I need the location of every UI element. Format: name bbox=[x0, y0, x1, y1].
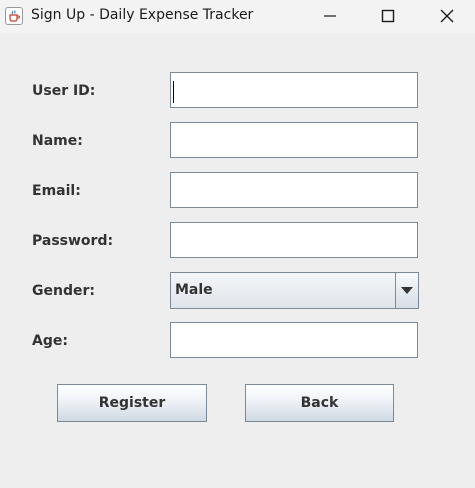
gender-selected-value: Male bbox=[175, 282, 213, 298]
maximize-button[interactable] bbox=[365, 0, 411, 33]
dropdown-arrow-button[interactable] bbox=[395, 273, 418, 308]
password-field[interactable] bbox=[170, 222, 418, 258]
maximize-icon bbox=[381, 9, 395, 23]
title-bar[interactable]: Sign Up - Daily Expense Tracker bbox=[0, 0, 475, 33]
back-button[interactable]: Back bbox=[245, 384, 394, 422]
close-button[interactable] bbox=[424, 0, 470, 33]
age-field[interactable] bbox=[170, 322, 418, 358]
java-cup-icon bbox=[5, 7, 23, 25]
form-panel: User ID: Name: Email: Password: Gender: … bbox=[0, 33, 475, 488]
age-label: Age: bbox=[32, 333, 68, 349]
window-title: Sign Up - Daily Expense Tracker bbox=[31, 7, 254, 23]
minimize-icon bbox=[324, 15, 336, 17]
minimize-button[interactable] bbox=[307, 0, 353, 33]
email-label: Email: bbox=[32, 183, 81, 199]
name-label: Name: bbox=[32, 133, 83, 149]
email-field[interactable] bbox=[170, 172, 418, 208]
gender-dropdown[interactable]: Male bbox=[170, 272, 419, 309]
user-id-field[interactable] bbox=[170, 72, 418, 108]
text-caret bbox=[173, 81, 174, 103]
close-icon bbox=[440, 9, 454, 23]
chevron-down-icon bbox=[401, 287, 413, 294]
password-label: Password: bbox=[32, 233, 114, 249]
signup-window: Sign Up - Daily Expense Tracker User ID:… bbox=[0, 0, 475, 488]
register-button[interactable]: Register bbox=[57, 384, 207, 422]
name-field[interactable] bbox=[170, 122, 418, 158]
gender-label: Gender: bbox=[32, 283, 95, 299]
user-id-label: User ID: bbox=[32, 83, 96, 99]
